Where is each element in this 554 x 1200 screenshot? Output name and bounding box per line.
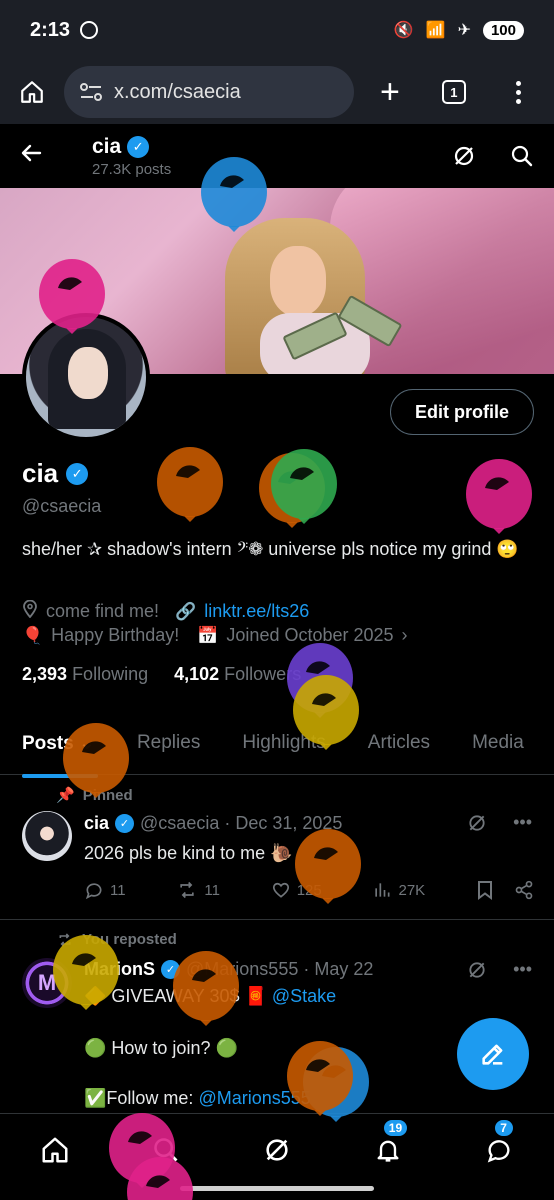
nav-grok[interactable] [257, 1130, 297, 1170]
reply-button[interactable]: 11 [84, 880, 126, 900]
calendar-icon: 📅 [197, 625, 219, 645]
profile-birthday: Happy Birthday! [51, 625, 180, 645]
back-arrow-icon[interactable] [20, 140, 60, 172]
profile-top-bar: cia ✓ 27.3K posts [0, 124, 554, 188]
tab-switcher-button[interactable]: 1 [441, 80, 466, 104]
compose-icon [482, 1044, 503, 1065]
display-name-text: cia [22, 458, 59, 488]
profile-title: cia ✓ 27.3K posts [92, 135, 171, 178]
bookmark-icon[interactable] [476, 880, 494, 900]
address-bar[interactable]: x.com/csaecia [64, 66, 354, 118]
balloon-icon[interactable] [270, 448, 338, 543]
header-post-count: 27.3K posts [92, 160, 172, 178]
balloon-icon[interactable] [38, 258, 106, 353]
followers-count: 4,102 [174, 664, 220, 684]
balloon-icon[interactable] [286, 1040, 354, 1135]
home-icon [42, 1137, 68, 1163]
browser-menu-icon[interactable] [515, 80, 521, 104]
site-settings-icon[interactable] [80, 83, 102, 101]
reply-count: 11 [110, 881, 126, 899]
airplane-icon: ✈ [457, 22, 471, 39]
messages-icon [487, 1140, 510, 1163]
profile-location: come find me! [46, 601, 160, 621]
mute-icon: 🔇 [393, 22, 414, 39]
following-stat[interactable]: 2,393 Following [22, 664, 148, 685]
balloon-icon: 🎈 [22, 625, 44, 645]
profile-website-link[interactable]: linktr.ee/lts26 [204, 601, 309, 622]
verified-badge-icon: ✓ [127, 135, 150, 158]
wifi-icon: 📶 [425, 22, 446, 39]
grok-icon [266, 1139, 288, 1161]
verified-badge-icon[interactable]: ✓ [66, 462, 89, 485]
battery-indicator: 100 [482, 20, 524, 40]
balloon-icon[interactable] [465, 458, 533, 553]
header-name: cia [92, 134, 122, 158]
tab-media[interactable]: Media [472, 732, 524, 754]
tab-replies[interactable]: Replies [137, 732, 200, 754]
more-options-icon[interactable]: ••• [513, 959, 532, 980]
balloon-icon[interactable] [156, 446, 224, 541]
share-icon[interactable] [514, 880, 534, 900]
post-text: 2026 pls be kind to me 🐌 [84, 843, 293, 863]
repost-count: 11 [204, 881, 220, 899]
avatar[interactable] [22, 811, 72, 861]
balloon-icon[interactable] [52, 934, 120, 1029]
more-options-icon[interactable]: ••• [513, 812, 532, 833]
new-tab-button[interactable]: + [380, 75, 400, 109]
balloon-icon[interactable] [172, 950, 240, 1045]
balloon-icon[interactable] [126, 1156, 194, 1200]
nav-home[interactable] [35, 1130, 75, 1170]
bell-icon [377, 1140, 399, 1162]
reply-icon [85, 883, 102, 900]
tab-articles[interactable]: Articles [368, 732, 430, 754]
profile-handle: @csaecia [22, 496, 102, 516]
profile-meta-row-1: come find me! 🔗 linktr.ee/lts26 [22, 599, 309, 623]
compose-post-button[interactable] [457, 1018, 529, 1090]
messages-badge: 7 [492, 1118, 515, 1138]
gesture-home-indicator [180, 1186, 374, 1191]
grok-icon[interactable] [467, 813, 487, 833]
edit-profile-button[interactable]: Edit profile [390, 389, 534, 435]
balloon-icon[interactable] [294, 828, 362, 923]
views-button[interactable]: 27K [372, 880, 425, 900]
chevron-right-icon[interactable]: › [402, 625, 408, 646]
post-header-actions: ••• [467, 812, 532, 833]
balloon-icon[interactable] [292, 674, 360, 769]
nav-notifications[interactable]: 19 [368, 1118, 410, 1170]
repost-icon [180, 881, 195, 899]
post-header-actions: ••• [467, 959, 532, 980]
grok-icon[interactable] [467, 960, 487, 980]
heart-icon [272, 882, 289, 898]
post-line-3: ✅Follow me: [84, 1088, 199, 1108]
balloon-icon[interactable] [200, 156, 268, 251]
grok-icon[interactable] [452, 144, 476, 168]
repost-button[interactable]: 11 [176, 880, 220, 900]
followers-stat[interactable]: 4,102 Followers [174, 664, 301, 685]
browser-toolbar: x.com/csaecia + 1 [0, 60, 554, 124]
search-icon[interactable] [510, 144, 534, 168]
follow-stats: 2,393 Following 4,102 Followers [22, 664, 301, 685]
following-label: Following [72, 664, 149, 684]
browser-home-icon[interactable] [16, 76, 48, 108]
url-text[interactable]: x.com/csaecia [114, 81, 241, 104]
link-icon: 🔗 [175, 601, 197, 621]
following-count: 2,393 [22, 664, 68, 684]
status-bar: 2:13 🔇 📶 ✈ 100 [0, 0, 554, 60]
view-count: 27K [398, 881, 426, 899]
profile-display-name: cia ✓ [22, 458, 89, 489]
nav-messages[interactable]: 7 [479, 1118, 519, 1170]
views-icon [375, 883, 390, 897]
balloon-icon[interactable] [62, 722, 130, 817]
status-time: 2:13 [30, 18, 71, 41]
chat-notification-icon [80, 21, 99, 39]
notifications-badge: 19 [381, 1118, 410, 1138]
status-icons: 🔇 📶 ✈ 100 [394, 20, 524, 40]
location-pin-icon [22, 599, 38, 623]
mention-link[interactable]: @Stake [272, 986, 336, 1006]
